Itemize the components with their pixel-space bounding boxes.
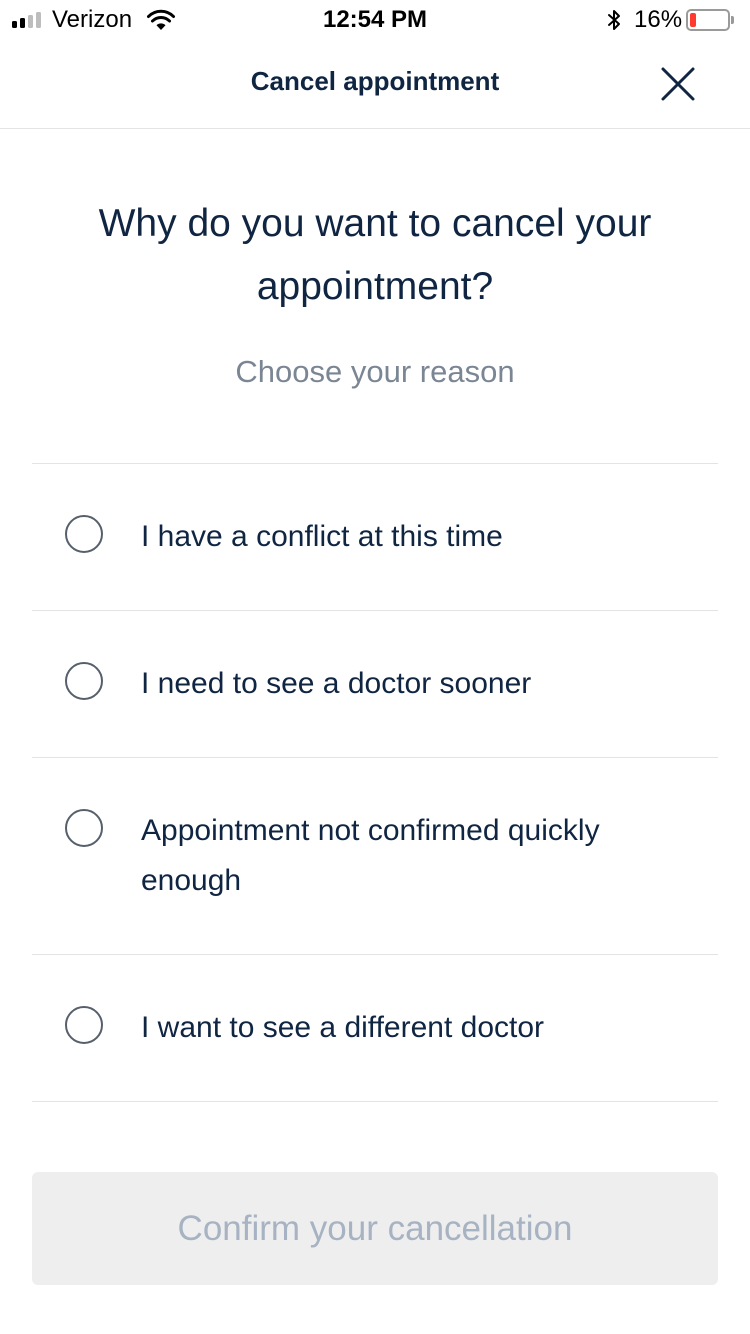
reason-list: I have a conflict at this time I need to… [32, 463, 718, 1102]
radio-button[interactable] [65, 1006, 103, 1044]
subtitle: Choose your reason [235, 354, 515, 389]
reason-label: Appointment not confirmed quickly enough [141, 814, 600, 897]
battery-nub [731, 16, 734, 24]
close-button[interactable] [656, 62, 700, 106]
radio-button[interactable] [65, 515, 103, 553]
radio-button[interactable] [65, 809, 103, 847]
bluetooth-icon [608, 10, 620, 30]
reason-label: I want to see a different doctor [141, 1011, 545, 1044]
battery-percent: 16% [634, 6, 683, 33]
reason-label: I need to see a doctor sooner [141, 667, 532, 700]
battery-icon [686, 9, 730, 31]
reason-option-sooner[interactable]: I need to see a doctor sooner [32, 611, 718, 758]
reason-option-different-doctor[interactable]: I want to see a different doctor [32, 955, 718, 1102]
battery-level [690, 13, 696, 27]
reason-option-conflict[interactable]: I have a conflict at this time [32, 464, 718, 611]
close-icon [661, 67, 695, 101]
navigation-bar: Cancel appointment [0, 40, 750, 129]
status-bar: Verizon 12:54 PM 16% [0, 0, 750, 40]
radio-button[interactable] [65, 662, 103, 700]
reason-label: I have a conflict at this time [141, 520, 503, 553]
reason-option-not-confirmed[interactable]: Appointment not confirmed quickly enough [32, 758, 718, 955]
question-heading: Why do you want to cancel your appointme… [98, 202, 652, 308]
confirm-cancellation-button[interactable]: Confirm your cancellation [32, 1172, 718, 1285]
page-title: Cancel appointment [250, 66, 500, 96]
